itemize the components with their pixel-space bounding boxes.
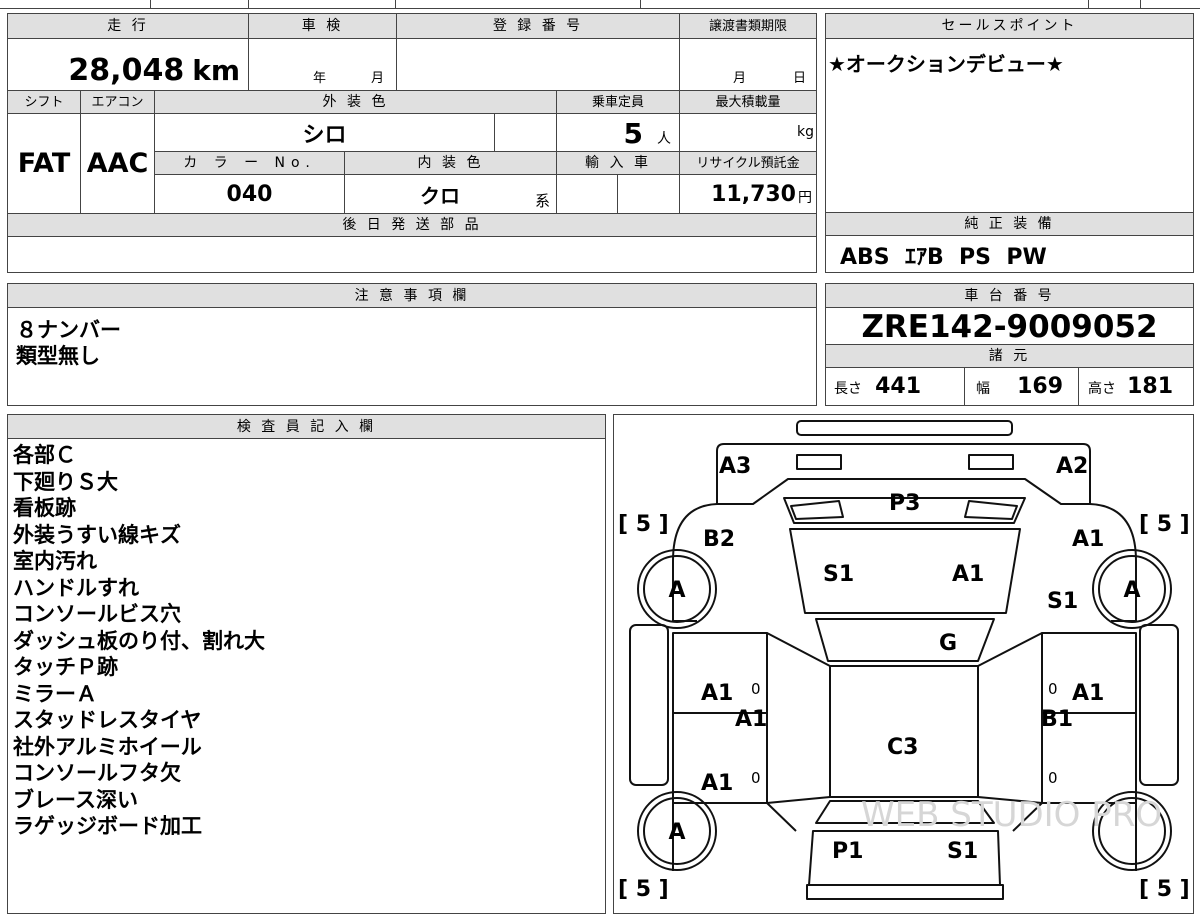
damage-code: B1 (1041, 707, 1073, 732)
equipment-label: 純 正 装 備 (826, 213, 1193, 235)
inspection-year: 年 (313, 71, 327, 86)
damage-code: A3 (719, 454, 751, 479)
wheel-code-rear-left: A (668, 578, 685, 603)
interior-value: クロ (420, 183, 460, 208)
damage-code: G (939, 631, 957, 656)
list-item: ハンドルすれ (13, 575, 139, 600)
watermark: WEB STUDIO PRO (861, 795, 1162, 835)
damage-code: B2 (703, 527, 735, 552)
top-strip (0, 0, 1200, 9)
list-item: 看板跡 (13, 496, 76, 520)
tire-mark-rear-left: [ 5 ] (618, 512, 669, 537)
vehicle-info-table: 走 行 車 検 登 録 番 号 譲渡書類期限 28,048 km 年 月 月 日 … (7, 13, 817, 273)
list-item: 室内汚れ (13, 549, 97, 573)
list-item: スタッドレスタイヤ (13, 708, 202, 732)
list-item: 社外アルミホイール (13, 734, 202, 759)
list-item: コンソールフタ欠 (13, 761, 181, 785)
chassis-value: ZRE142-9009052 (861, 309, 1158, 345)
chassis-label: 車 台 番 号 (826, 284, 1193, 307)
capacity-label: 乗車定員 (557, 91, 679, 113)
damage-code: A1 (952, 562, 984, 587)
capacity-value: 5人 (623, 116, 671, 150)
equipment-box: 純 正 装 備 ABS ｴｱB PS PW (825, 212, 1194, 273)
tire-mark-front-right: [ 5 ] (1139, 877, 1190, 902)
damage-code: A1 (701, 771, 733, 796)
car-diagram: WEB STUDIO PRO [ 5 ] [ 5 ] [ 5 ] [ 5 ] A… (618, 420, 1190, 902)
equipment-value: ABS ｴｱB PS PW (840, 245, 1047, 270)
inspector-box: 検 査 員 記 入 欄 各部Ｃ 下廻りＳ大 看板跡 外装うすい線キズ 室内汚れ … (7, 414, 606, 914)
list-item: ラゲッジボード加工 (13, 814, 202, 838)
inspector-list: 各部Ｃ 下廻りＳ大 看板跡 外装うすい線キズ 室内汚れ ハンドルすれ コンソール… (13, 442, 265, 840)
list-item: ブレース深い (13, 787, 138, 812)
zero-mark: 0 (1048, 769, 1058, 787)
inspection-label: 車 検 (249, 14, 396, 38)
height-spec: 高さ 181 (1088, 374, 1174, 399)
registration-label: 登 録 番 号 (397, 14, 679, 38)
damage-code: A1 (1072, 681, 1104, 706)
list-item: タッチＰ跡 (13, 655, 118, 679)
exterior-label: 外 装 色 (155, 91, 556, 113)
list-item: ダッシュ板のり付、割れ大 (13, 628, 265, 653)
damage-code: P1 (832, 839, 863, 864)
damage-code: A1 (735, 707, 767, 732)
transfer-day: 日 (793, 71, 807, 86)
tire-mark-rear-right: [ 5 ] (1139, 512, 1190, 537)
chassis-box: 車 台 番 号 ZRE142-9009052 諸 元 長さ 441 幅 169 … (825, 283, 1194, 406)
maxload-label: 最大積載量 (680, 91, 816, 113)
wheel-code-rear-right: A (1123, 578, 1140, 603)
damage-code: S1 (947, 839, 978, 864)
interior-suffix: 系 (535, 192, 551, 210)
exterior-value: シロ (302, 123, 347, 148)
car-diagram-box: WEB STUDIO PRO [ 5 ] [ 5 ] [ 5 ] [ 5 ] A… (613, 414, 1194, 914)
ac-value: AAC (86, 148, 149, 179)
length-spec: 長さ 441 (834, 374, 922, 399)
damage-code: A2 (1056, 454, 1088, 479)
shift-value: FAT (17, 148, 71, 179)
damage-code: A1 (1072, 527, 1104, 552)
list-item: ミラーＡ (13, 681, 97, 706)
zero-mark: 0 (751, 680, 761, 698)
list-item: 外装うすい線キズ (13, 522, 181, 547)
spec-label: 諸 元 (826, 345, 1193, 367)
color-no-value: 040 (226, 181, 273, 207)
transfer-month: 月 (733, 71, 747, 86)
maxload-unit: kg (797, 124, 814, 140)
zero-mark: 0 (1048, 680, 1058, 698)
mileage-label: 走 行 (8, 14, 248, 38)
recycle-label: リサイクル預託金 (680, 152, 816, 174)
notes-label: 注 意 事 項 欄 (8, 284, 816, 307)
wheel-code-front-left: A (668, 820, 685, 845)
tire-mark-front-left: [ 5 ] (618, 877, 669, 902)
interior-label: 内 装 色 (345, 152, 556, 174)
notes-box: 注 意 事 項 欄 ８ナンバー 類型無し (7, 283, 817, 406)
shift-label: シフト (8, 91, 80, 113)
damage-code: A1 (701, 681, 733, 706)
sales-point-text: ★オークションデビュー★ (828, 52, 1064, 76)
recycle-value: 11,730 円 (711, 181, 812, 207)
width-spec: 幅 169 (976, 374, 1064, 399)
damage-code: S1 (1047, 589, 1078, 614)
damage-code: S1 (823, 562, 854, 587)
zero-mark: 0 (751, 769, 761, 787)
transfer-label: 譲渡書類期限 (680, 14, 816, 38)
import-label: 輸 入 車 (557, 152, 679, 174)
color-no-label: カ ラ ー No. (155, 152, 344, 174)
later-parts-label: 後 日 発 送 部 品 (8, 214, 816, 236)
damage-code: P3 (889, 491, 920, 516)
inspection-month: 月 (371, 71, 385, 86)
ac-label: エアコン (81, 91, 154, 113)
list-item: 下廻りＳ大 (13, 469, 118, 494)
list-item: 各部Ｃ (13, 443, 76, 467)
inspector-label: 検 査 員 記 入 欄 (8, 415, 605, 438)
damage-code: C3 (887, 735, 918, 760)
list-item: コンソールビス穴 (13, 602, 181, 626)
sales-point-box: セールスポイント ★オークションデビュー★ (825, 13, 1194, 213)
sales-point-label: セールスポイント (826, 14, 1193, 38)
notes-line-2: 類型無し (16, 344, 100, 368)
